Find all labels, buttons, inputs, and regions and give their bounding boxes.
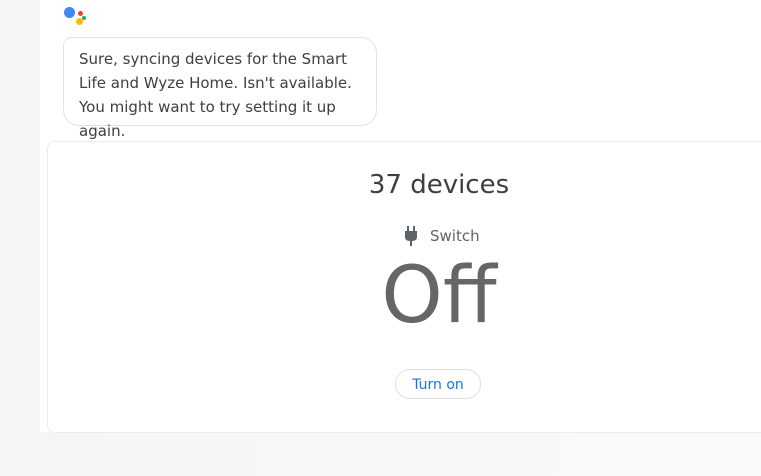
device-type-row: Switch (404, 225, 480, 247)
assistant-logo-icon (62, 5, 88, 29)
assistant-response-bubble: Sure, syncing devices for the Smart Life… (63, 37, 377, 140)
left-gutter (0, 0, 40, 476)
assistant-logo-blue-dot (64, 7, 75, 18)
assistant-logo-green-dot (82, 16, 86, 20)
plug-icon (405, 226, 417, 246)
bottom-bar (40, 432, 761, 476)
device-state-value: Off (381, 251, 497, 341)
turn-on-button[interactable]: Turn on (395, 369, 481, 399)
device-count: 37 devices (368, 170, 510, 200)
device-type-label: Switch (430, 227, 480, 245)
